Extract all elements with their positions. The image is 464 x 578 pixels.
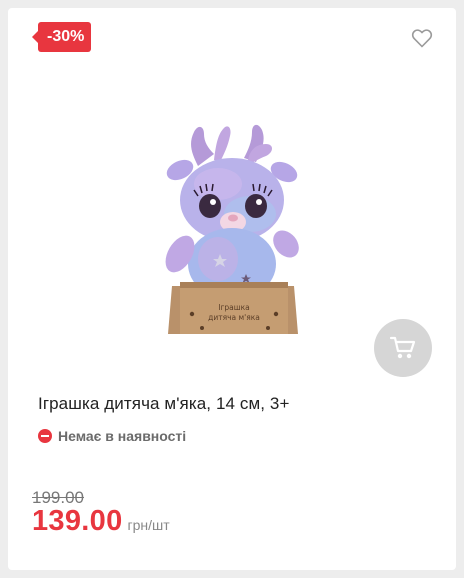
product-image[interactable]: Іграшка дитяча м'яка (158, 114, 304, 334)
product-card[interactable]: -30% Іграшка дитяча м'яка Іграшка дитяча… (8, 8, 456, 570)
stock-status: Немає в наявності (38, 428, 186, 444)
add-to-cart-button[interactable] (374, 319, 432, 377)
minus-circle-icon (38, 429, 52, 443)
price-row: 139.00 грн/шт (32, 505, 170, 538)
discount-badge: -30% (31, 22, 92, 52)
current-price: 139.00 (32, 505, 123, 537)
box-text: Іграшка (218, 303, 250, 312)
antler-left (191, 126, 214, 166)
stock-status-label: Немає в наявності (58, 428, 187, 444)
cart-icon (389, 336, 416, 359)
product-title[interactable]: Іграшка дитяча м'яка, 14 см, 3+ (38, 394, 290, 414)
heart-icon[interactable] (410, 26, 434, 50)
svg-text:дитяча м'яка: дитяча м'яка (208, 313, 260, 322)
price-unit: грн/шт (127, 517, 170, 533)
